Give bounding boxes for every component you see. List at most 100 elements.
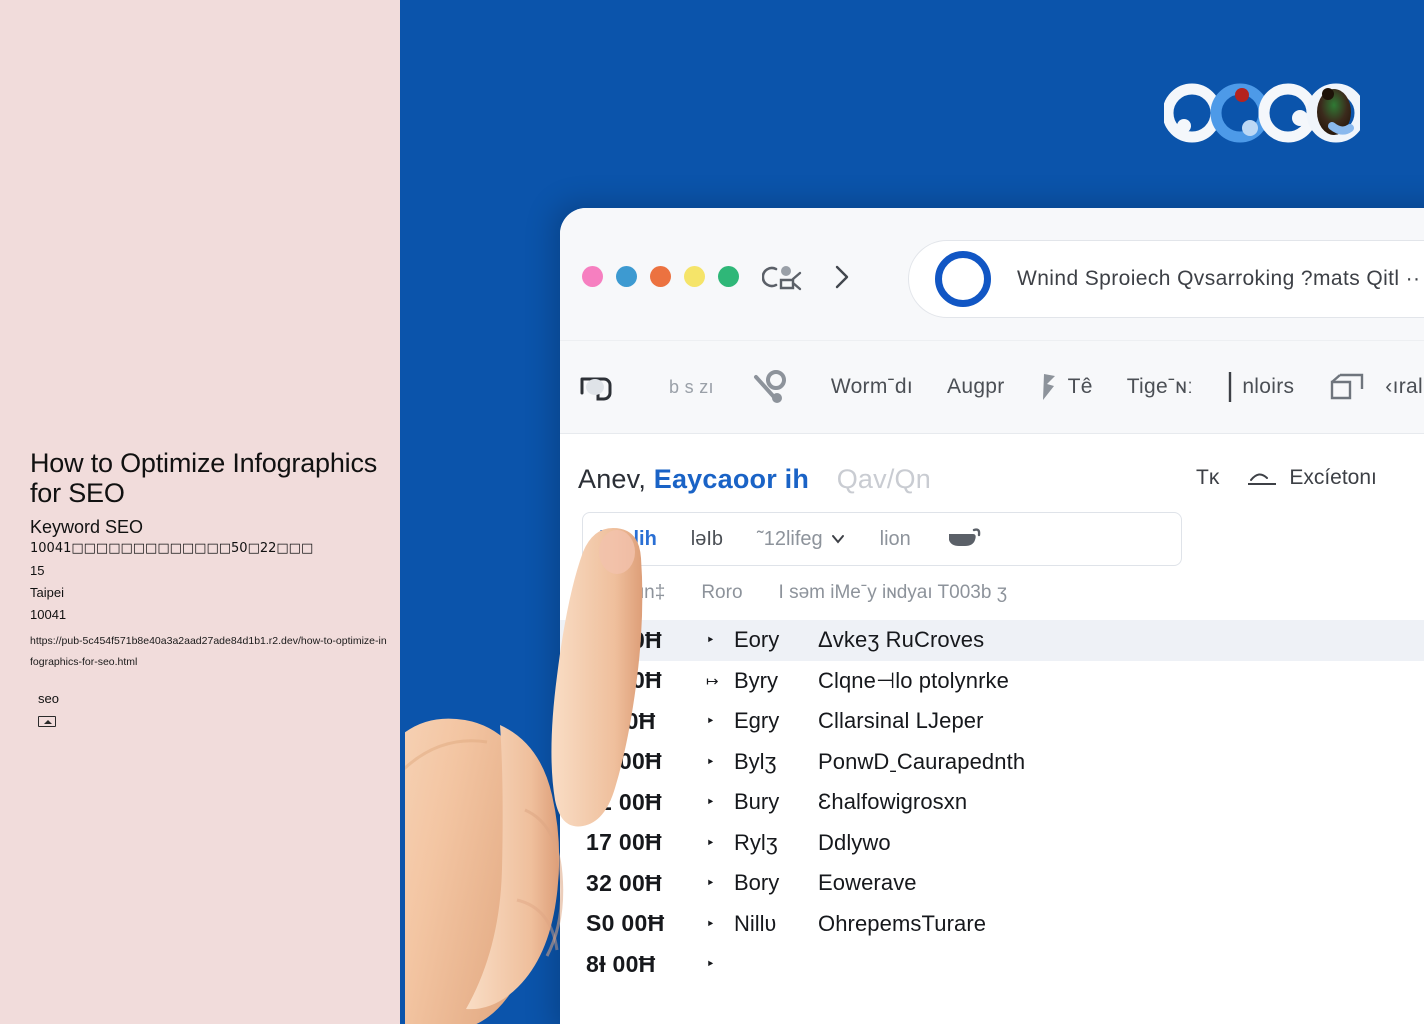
extra-item-tk-label: Tĸ (1196, 466, 1220, 489)
table-row[interactable]: 82 00Ħ ‣ Bury Ɛhalfowigrosxn (560, 782, 1424, 823)
cart-icon (948, 528, 981, 546)
table-row[interactable]: 17 00Ħ ‣ Rylʒ Ddlywo (560, 823, 1424, 864)
article-block: How to Optimize Infographics for SEO Key… (30, 448, 390, 673)
toolbar-item-te-label: Tê (1067, 375, 1093, 398)
filter-item-leib[interactable]: lǝIb (691, 528, 723, 551)
window-dot-blue[interactable] (616, 266, 637, 287)
flag-icon (1042, 374, 1055, 400)
extra-item-tk[interactable]: Tĸ (1196, 466, 1219, 490)
row-tag: Bury (734, 789, 780, 815)
navigation-controls[interactable] (762, 262, 852, 292)
row-label: Ddlywo (818, 829, 891, 855)
article-url[interactable]: https://pub-5c454f571b8e40a3a2aad27ade84… (30, 631, 388, 673)
row-volume: S0 00Ħ (586, 910, 665, 937)
browser-content: Anev, Eaycaoor ih Qav/Qn hvalih lǝIb ˜12… (560, 434, 1424, 1024)
row-trend-arrow-icon: ↦ (706, 672, 719, 690)
window-dot-orange[interactable] (650, 266, 671, 287)
table-row[interactable]: 68 00Ħ ‣ Eory Δvkeʒ RuCroves (560, 620, 1424, 661)
article-postal-code: 10041 (30, 607, 67, 622)
row-trend-arrow-icon: ‣ (706, 713, 715, 731)
article-number: 15 (30, 563, 45, 578)
row-tag: Bylʒ (734, 748, 777, 774)
row-trend-arrow-icon: ‣ (706, 875, 715, 893)
image-placeholder-icon (38, 716, 56, 727)
toolbar-item-apps[interactable] (574, 367, 635, 407)
row-volume: 32 00Ħ (586, 869, 662, 896)
toolbar-item-worm[interactable]: Wormˉdı (831, 375, 913, 399)
row-label: Eowerave (818, 870, 917, 896)
window-dot-pink[interactable] (582, 266, 603, 287)
toolbar-item-tigew-label: Tigeˉɴː (1126, 375, 1194, 398)
table-row[interactable]: 13 00Ħ ↦ Byry Clqne⊣lo ptolynrke (560, 661, 1424, 702)
row-label: Cllarsinal LJeper (818, 708, 984, 734)
row-trend-arrow-icon: ‣ (706, 632, 715, 650)
filter-item-hvalih[interactable]: hvalih (599, 528, 657, 551)
row-volume: 17 00Ħ (586, 829, 662, 856)
window-controls[interactable] (582, 266, 739, 287)
toolbar-item-te[interactable]: Tê (1039, 370, 1093, 404)
toolbar-item-worm-label: Wormˉdı (830, 375, 914, 398)
browser-toolbar[interactable]: b s zı Wormˉdı Augpr Tê Tigeˉɴː nloirs ‹… (560, 340, 1424, 434)
toolbar-item-bsz[interactable]: b s zı (669, 377, 714, 398)
extra-item-excieton-label: Excíetonı (1289, 466, 1377, 489)
toolbar-item-augpr-label: Augpr (947, 375, 1005, 398)
table-row[interactable]: 80 00Ħ ‣ Bylʒ PonwDˍCaurapednth (560, 742, 1424, 783)
row-label: OhrepemsTurare (818, 910, 987, 936)
row-volume: 82 00Ħ (586, 788, 662, 815)
toolbar-item-tigew[interactable]: Tigeˉɴː (1127, 375, 1194, 399)
page-title: How to Optimize Infographics for SEO (30, 448, 378, 508)
row-label: Clqne⊣lo ptolynrke (818, 667, 1009, 693)
table-subheader: Hlˉy oun‡ Roro I səm iMeˉy iɴdyaı T003b … (584, 582, 1424, 604)
row-trend-arrow-icon: ‣ (706, 915, 715, 933)
content-heading-part1: Anev, (578, 464, 647, 494)
toolbar-item-augpr[interactable]: Augpr (947, 375, 1005, 399)
toolbar-item-nloirs[interactable]: nloirs (1227, 369, 1294, 405)
toolbar-item-nloirs-label: nloirs (1242, 375, 1295, 398)
divider-icon (1229, 372, 1232, 402)
address-bar[interactable]: Wnind Sproiech Qvsarroking ?mats Qitl ·· (908, 240, 1424, 318)
filter-item-hvalih-label: hvalih (599, 527, 657, 550)
article-tag-label[interactable]: seo (38, 690, 59, 708)
page-loading-ring-icon (935, 251, 991, 307)
row-volume: 13 00Ħ (586, 667, 662, 694)
row-volume: 8Ɨ 00Ħ (586, 950, 656, 977)
curve-icon (1248, 473, 1277, 485)
article-tag-block: seo (38, 690, 59, 727)
table-row[interactable]: S0 00Ħ ‣ Nillʋ OhrepemsTurare (560, 904, 1424, 945)
row-trend-arrow-icon: ‣ (706, 753, 715, 771)
row-label: Ɛhalfowigrosxn (818, 789, 968, 815)
filter-item-lion[interactable]: lion (880, 528, 911, 551)
row-label: PonwDˍCaurapednth (818, 748, 1026, 774)
row-volume: 68 00Ħ (586, 626, 662, 653)
table-row[interactable]: 32 00Ħ ‣ Bory Eowerave (560, 863, 1424, 904)
chevron-right-icon[interactable] (832, 262, 852, 292)
toolbar-item-kural[interactable]: ‹ıral (1328, 370, 1423, 404)
chevron-down-icon (831, 535, 844, 544)
table-subheader-col-2: I səm iMeˉy iɴdyaı T003b ʒ (778, 582, 1008, 603)
filter-item-cart[interactable] (945, 524, 992, 554)
toolbar-item-kural-label: ‹ıral (1385, 375, 1423, 398)
row-trend-arrow-icon: ‣ (706, 956, 715, 974)
filter-bar[interactable]: hvalih lǝIb ˜12lifeg lion (582, 512, 1182, 566)
browser-window: Wnind Sproiech Qvsarroking ?mats Qitl ··… (560, 208, 1424, 1024)
apps-grid-icon (580, 377, 612, 401)
table-row[interactable]: 8I 00Ħ ‣ Egry Cllarsinal LJeper (560, 701, 1424, 742)
tab-overview-icon[interactable] (762, 262, 804, 292)
left-article-panel: How to Optimize Infographics for SEO Key… (0, 0, 400, 1024)
address-bar-text: Wnind Sproiech Qvsarroking ?mats Qitl ·· (1017, 267, 1421, 290)
row-volume: 80 00Ħ (586, 748, 662, 775)
window-dot-green[interactable] (718, 266, 739, 287)
row-tag: Bory (734, 870, 780, 896)
table-subheader-col-0: Hlˉy oun‡ (584, 582, 666, 603)
filter-extras[interactable]: Tĸ Excíetonı (1196, 451, 1377, 505)
scissors-icon (753, 370, 786, 403)
table-row[interactable]: 8Ɨ 00Ħ ‣ (560, 944, 1424, 985)
brand-logo-rings (1164, 83, 1360, 143)
row-tag: Rylʒ (734, 829, 778, 855)
window-dot-yellow[interactable] (684, 266, 705, 287)
filter-item-lion-label: lion (879, 527, 911, 550)
article-city: Taipei (30, 585, 64, 600)
toolbar-item-scissors[interactable] (748, 367, 797, 407)
filter-item-12lifeg[interactable]: ˜12lifeg (757, 528, 846, 551)
extra-item-excieton[interactable]: Excíetonı (1245, 466, 1377, 490)
